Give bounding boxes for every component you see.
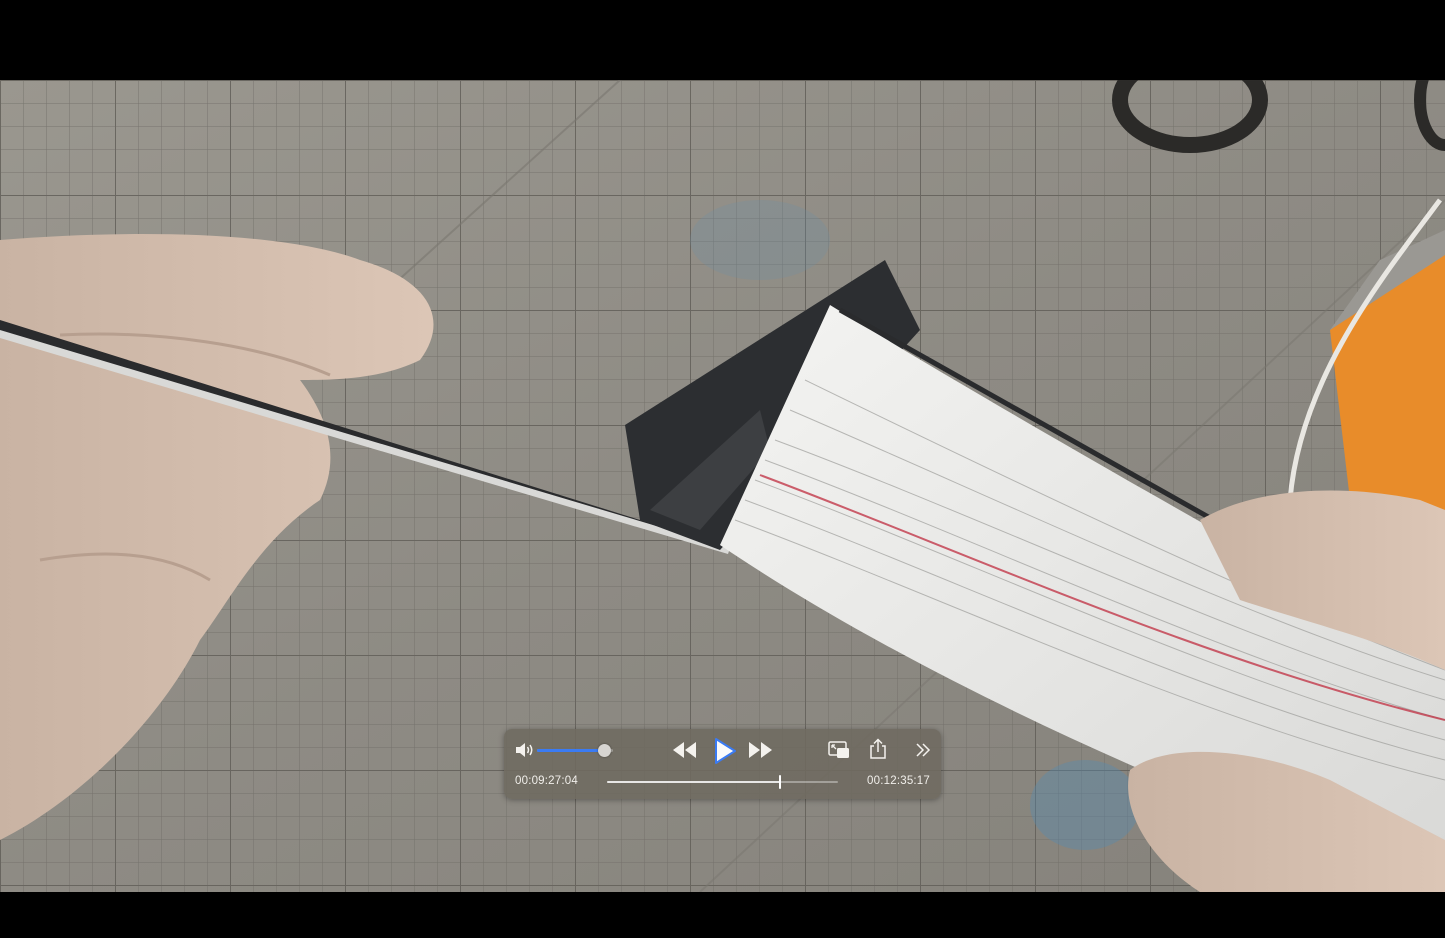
more-options-button[interactable] [914, 741, 932, 759]
playback-controls-bar: 00:09:27:04 00:12:35:17 [504, 729, 941, 799]
playback-scrubber[interactable] [607, 775, 838, 789]
rewind-icon [673, 742, 696, 758]
chevron-double-right-icon [916, 743, 931, 757]
speaker-volume-icon[interactable] [515, 742, 535, 758]
total-duration: 00:12:35:17 [867, 775, 930, 787]
play-icon [715, 738, 736, 764]
volume-slider-fill [537, 749, 604, 752]
rewind-button[interactable] [672, 741, 698, 759]
share-button[interactable] [869, 738, 887, 760]
volume-slider[interactable] [537, 744, 613, 757]
elapsed-time: 00:09:27:04 [515, 775, 578, 787]
playback-scrubber-fill [607, 781, 780, 783]
playhead[interactable] [778, 775, 781, 789]
fast-forward-icon [749, 742, 772, 758]
play-button[interactable] [709, 736, 739, 766]
volume-slider-knob[interactable] [597, 744, 611, 757]
fast-forward-button[interactable] [747, 741, 773, 759]
picture-in-picture-icon [828, 741, 849, 758]
share-icon [870, 738, 886, 759]
picture-in-picture-button[interactable] [828, 740, 850, 760]
video-player-window: 00:09:27:04 00:12:35:17 [0, 0, 1445, 938]
